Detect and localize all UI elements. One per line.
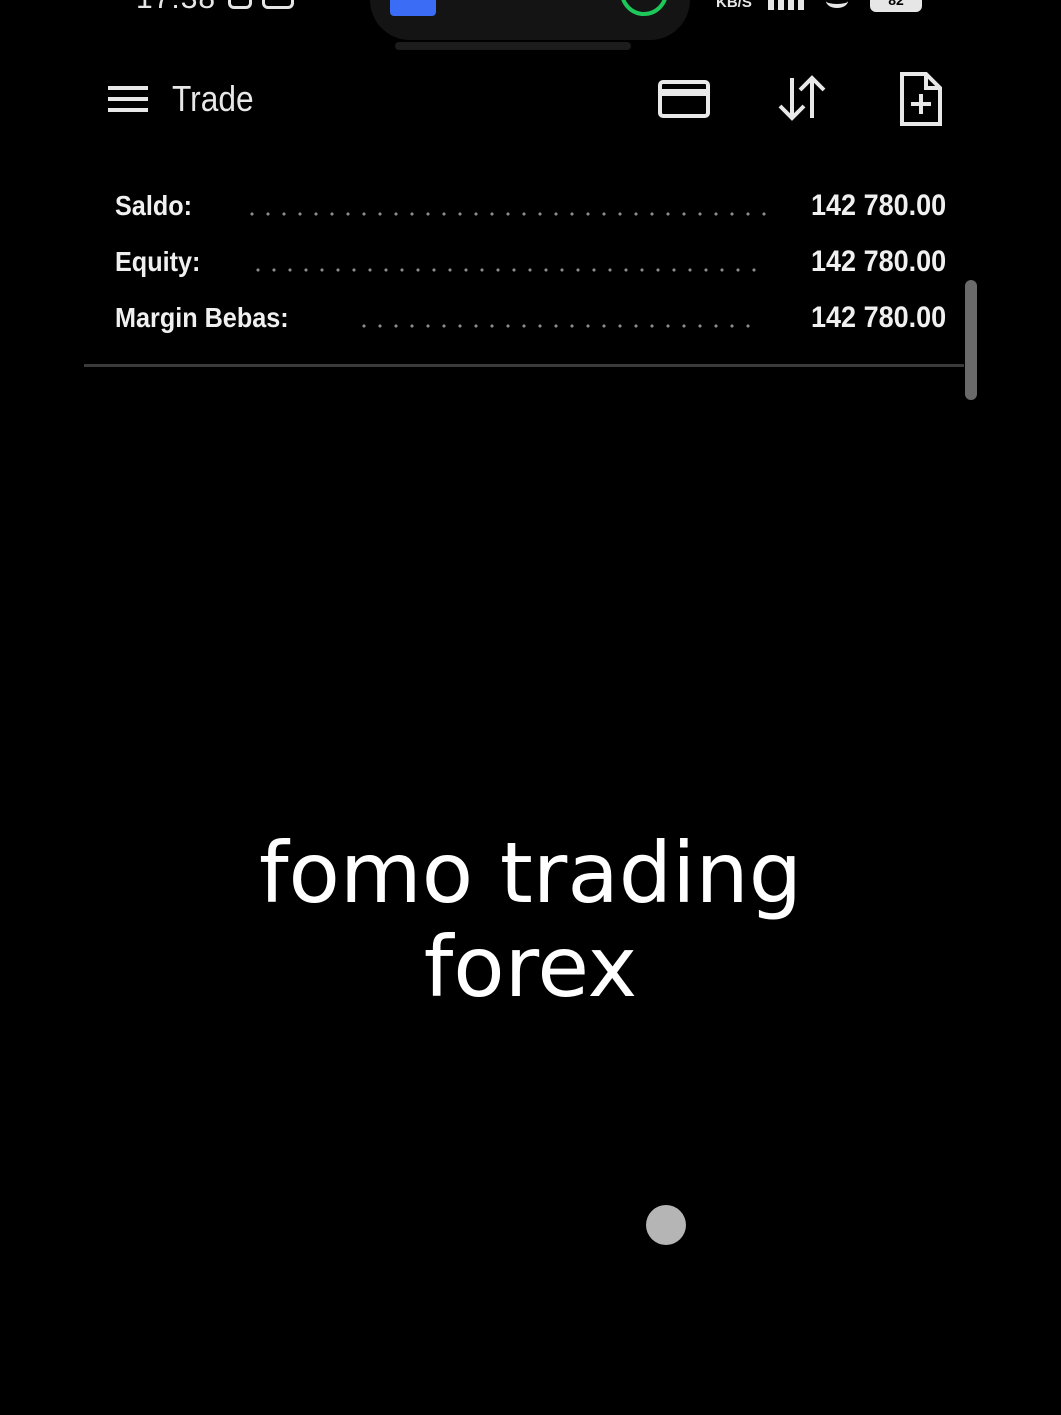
free-margin-label: Margin Bebas: bbox=[115, 302, 289, 333]
touch-indicator bbox=[646, 1205, 686, 1245]
battery-icon: 82 bbox=[870, 0, 922, 12]
wifi-icon bbox=[826, 0, 848, 8]
video-caption: fomo trading forex bbox=[0, 826, 1061, 1014]
caption-line-1: fomo trading bbox=[258, 824, 803, 922]
link-icon bbox=[262, 0, 294, 9]
deposit-button[interactable] bbox=[654, 68, 714, 128]
page-title: Trade bbox=[172, 78, 254, 119]
menu-icon[interactable] bbox=[104, 80, 152, 118]
balance-value: 142 780.00 bbox=[810, 189, 946, 222]
equity-row: Equity: 142 780.00 bbox=[84, 234, 964, 290]
free-margin-row: Margin Bebas: 142 780.00 bbox=[84, 290, 964, 346]
wallet-icon bbox=[390, 0, 436, 16]
notification-icon bbox=[228, 0, 252, 9]
account-summary: Saldo: 142 780.00 Equity: 142 780.00 Mar… bbox=[84, 178, 964, 346]
free-margin-value: 142 780.00 bbox=[810, 301, 946, 334]
sort-button[interactable] bbox=[772, 68, 832, 128]
equity-label: Equity: bbox=[115, 246, 201, 277]
status-time: 17:38 bbox=[136, 0, 216, 16]
divider bbox=[84, 364, 964, 367]
app-toolbar: Trade bbox=[0, 62, 1061, 136]
signal-icon bbox=[768, 0, 808, 10]
sort-arrows-icon bbox=[778, 75, 826, 121]
balance-row: Saldo: 142 780.00 bbox=[84, 178, 964, 234]
new-order-button[interactable] bbox=[890, 68, 950, 128]
dotted-leader bbox=[250, 268, 760, 272]
credit-card-icon bbox=[658, 80, 710, 118]
new-document-icon bbox=[900, 72, 942, 126]
equity-value: 142 780.00 bbox=[810, 245, 946, 278]
network-speed-unit: KB/S bbox=[716, 0, 752, 11]
island-progress-bar bbox=[395, 42, 631, 50]
dotted-leader bbox=[356, 324, 760, 328]
battery-level: 82 bbox=[888, 0, 904, 8]
scrollbar-thumb[interactable] bbox=[965, 280, 977, 400]
status-bar: 17:38 KB/S 82 bbox=[0, 0, 1061, 50]
caption-line-2: forex bbox=[423, 918, 638, 1016]
dotted-leader bbox=[244, 212, 770, 216]
balance-label: Saldo: bbox=[115, 190, 193, 221]
